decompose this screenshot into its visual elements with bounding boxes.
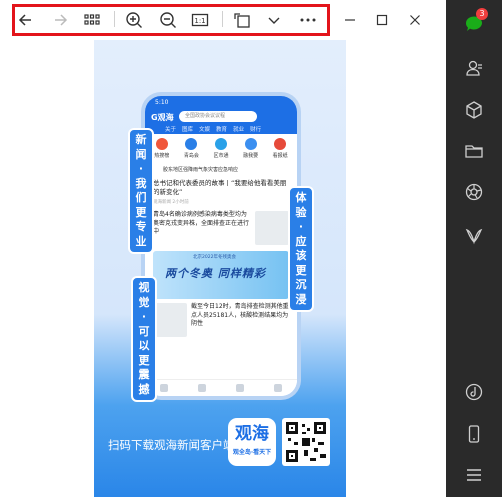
zoom-out-button[interactable]: [156, 8, 180, 32]
forward-icon: [55, 14, 68, 26]
label-experience: 体验 · 应该更沉浸: [288, 186, 314, 312]
phone-tab: 关于: [165, 127, 177, 133]
phone-mockup: 5:10 G观海 全国政协会议议程 关于 图库 文娱 教育 就业 财行 热搜榜 …: [145, 96, 297, 396]
phone-story: 青岛4名确诊病例感染病毒类型均为奥密克戎变异株，全面排查正在进行中: [145, 207, 297, 245]
chevron-down-icon: [268, 17, 280, 24]
phone-icon: [468, 425, 480, 443]
maximize-button[interactable]: [370, 8, 394, 32]
sidebar-item-folder[interactable]: [460, 137, 488, 165]
phone-time: 5:10: [155, 99, 169, 106]
more-menu-button[interactable]: [262, 8, 286, 32]
right-sidebar: 3: [446, 0, 502, 497]
phone-banner: 北京2022年冬残奥会 两个冬奥 同样精彩: [153, 251, 289, 299]
phone-shortcut: 青岛会: [178, 138, 204, 164]
phone-tab: 就业: [233, 127, 245, 133]
sidebar-item-phone[interactable]: [460, 420, 488, 448]
chat-badge: 3: [476, 8, 488, 20]
app-logo-slogan: 观全岛·看天下: [232, 449, 272, 456]
phone-tab: 教育: [216, 127, 228, 133]
app-logo: 观海 观全岛·看天下: [228, 418, 276, 466]
phone-shortcut: 看报纸: [267, 138, 293, 164]
contacts-icon: [466, 60, 482, 76]
box-icon: [466, 101, 482, 119]
sidebar-item-tulip[interactable]: [460, 222, 488, 250]
phone-tab: 图库: [182, 127, 194, 133]
more-button[interactable]: [296, 8, 320, 32]
phone-tabs: 关于 图库 文娱 教育 就业 财行: [145, 125, 297, 135]
phone-banner-caption: 北京2022年冬残奥会: [193, 255, 236, 260]
phone-headline-meta: 观海新闻 2小时前: [153, 200, 189, 205]
phone-header: 5:10 G观海 全国政协会议议程 关于 图库 文娱 教育 就业 财行: [145, 96, 297, 134]
phone-tabbar: [145, 379, 297, 396]
rotate-button[interactable]: [230, 8, 254, 32]
toolbar-divider: [114, 11, 115, 27]
back-icon: [18, 14, 31, 26]
image-viewer: 1:1 5:10 G观海 全国政协会议议程 关于 图库 文娱 教育 就业 财行 …: [0, 0, 446, 497]
sidebar-item-contacts[interactable]: [460, 54, 488, 82]
phone-app-logo: G观海: [151, 113, 174, 122]
grid-button[interactable]: [80, 8, 104, 32]
phone-story-text: 截至今日12时，青岛排查检测其他重点人员25181人，核酸检测结果均为阴性: [191, 303, 289, 327]
minimize-button[interactable]: [338, 8, 362, 32]
zoom-out-icon: [160, 12, 176, 28]
toolbar-divider: [222, 11, 223, 27]
phone-story-thumbnail: [255, 211, 289, 245]
more-icon: [300, 18, 316, 22]
close-button[interactable]: [403, 8, 427, 32]
phone-story-thumbnail: [153, 303, 187, 337]
label-news: 新闻 · 我们更专业: [128, 128, 154, 254]
phone-search: 全国政协会议议程: [179, 111, 257, 122]
sidebar-item-chat[interactable]: 3: [460, 8, 488, 38]
phone-notice: 胶东地区强降雨气象灾害应急响应: [163, 167, 239, 173]
label-visual: 视觉 · 可以更震撼: [131, 276, 157, 402]
qr-code-icon: [286, 422, 326, 462]
phone-tab: 文娱: [199, 127, 211, 133]
sidebar-item-menu[interactable]: [460, 461, 488, 489]
sidebar-item-box[interactable]: [460, 96, 488, 124]
actual-size-label: 1:1: [194, 17, 205, 25]
phone-shortcut: 区市通: [208, 138, 234, 164]
music-icon: [465, 383, 483, 401]
sidebar-item-shutter[interactable]: [460, 178, 488, 206]
toolbar: 1:1: [0, 0, 446, 40]
menu-icon: [467, 469, 481, 481]
shutter-icon: [465, 183, 483, 201]
app-logo-title: 观海: [235, 424, 269, 444]
phone-icon-row: 热搜榜 青岛会 区市通 融我要 看报纸: [145, 134, 297, 164]
actual-size-button[interactable]: 1:1: [188, 8, 212, 32]
maximize-icon: [376, 14, 388, 26]
grid-icon: [84, 14, 100, 25]
rotate-icon: [234, 13, 250, 28]
phone-story-text: 青岛4名确诊病例感染病毒类型均为奥密克戎变异株，全面排查正在进行中: [153, 211, 250, 235]
actual-size-icon: 1:1: [191, 13, 209, 27]
sidebar-item-music[interactable]: [460, 378, 488, 406]
zoom-in-icon: [126, 12, 142, 28]
phone-tab: 财行: [250, 127, 262, 133]
phone-story: 截至今日12时，青岛排查检测其他重点人员25181人，核酸检测结果均为阴性: [145, 299, 297, 337]
download-prompt: 扫码下载观海新闻客户端: [108, 438, 235, 452]
phone-shortcut: 融我要: [238, 138, 264, 164]
forward-button[interactable]: [48, 8, 72, 32]
back-button[interactable]: [14, 8, 38, 32]
phone-banner-title: 两个冬奥 同样精彩: [165, 267, 266, 280]
close-icon: [410, 15, 420, 25]
minimize-icon: [345, 19, 355, 21]
zoom-in-button[interactable]: [122, 8, 146, 32]
phone-headline: 总书记和代表委员的故事丨“我要给他看看美丽的新变化”: [153, 179, 287, 196]
tulip-icon: [465, 228, 483, 245]
folder-icon: [465, 145, 483, 158]
qr-code: [282, 418, 330, 466]
